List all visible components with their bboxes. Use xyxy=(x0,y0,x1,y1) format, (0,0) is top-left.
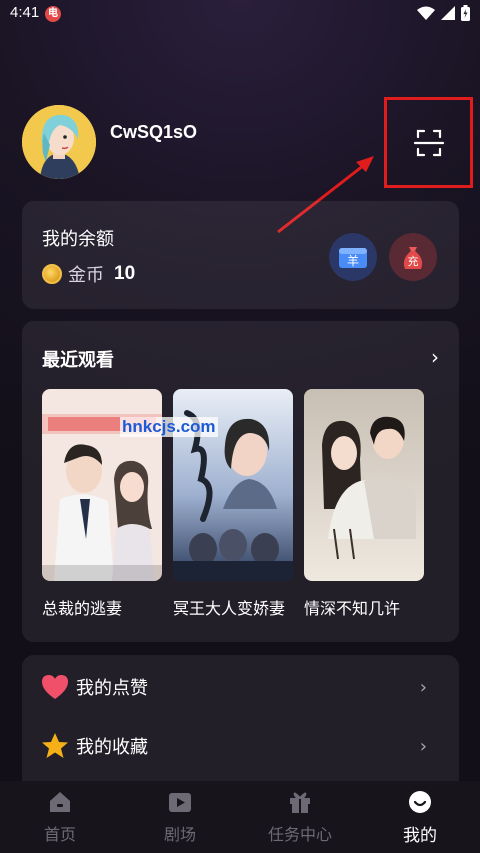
menu-list-card: 我的点赞 › 我的收藏 › xyxy=(22,655,459,795)
poster-3[interactable] xyxy=(304,389,424,581)
avatar[interactable] xyxy=(22,105,96,179)
bottom-nav: 首页 剧场 任务中心 我的 xyxy=(0,781,480,853)
signal-icon xyxy=(441,6,455,20)
heart-icon xyxy=(42,675,68,699)
recharge-icon-text: 充 xyxy=(408,254,419,268)
wallet-icon-text: 羊 xyxy=(347,253,359,268)
watermark: hnkcjs.com xyxy=(120,417,218,437)
nav-mine[interactable]: 我的 xyxy=(360,781,480,853)
annotation-highlight-box xyxy=(384,97,473,188)
menu-item-likes[interactable]: 我的点赞 › xyxy=(22,659,459,715)
star-icon xyxy=(42,733,68,758)
nav-label: 首页 xyxy=(43,825,76,844)
home-icon xyxy=(50,792,70,812)
coin-label: 金币 xyxy=(68,265,104,286)
balance-title: 我的余额 xyxy=(42,229,114,250)
wallet-button[interactable]: 羊 xyxy=(329,233,377,281)
nav-label: 任务中心 xyxy=(267,825,332,844)
menu-item-label: 我的收藏 xyxy=(76,737,148,758)
notification-app-icon: 电 xyxy=(45,6,61,22)
recharge-button[interactable]: 充 xyxy=(389,233,437,281)
nav-home[interactable]: 首页 xyxy=(0,781,120,853)
nav-tasks[interactable]: 任务中心 xyxy=(240,781,360,853)
money-bag-icon: 充 xyxy=(403,247,423,269)
chevron-right-icon: › xyxy=(419,735,427,757)
menu-item-label: 我的点赞 xyxy=(76,678,148,699)
chevron-right-icon: › xyxy=(419,676,427,698)
profile-icon xyxy=(409,790,431,813)
username: CwSQ1sO xyxy=(110,122,198,142)
menu-item-favorites[interactable]: 我的收藏 › xyxy=(22,718,459,774)
nav-label: 剧场 xyxy=(163,825,196,844)
nav-theater[interactable]: 剧场 xyxy=(120,781,240,853)
status-bar: 4:41 电 xyxy=(0,0,480,28)
status-icons xyxy=(417,5,470,21)
coin-icon xyxy=(42,264,62,284)
coin-balance: 金币 10 xyxy=(42,261,135,287)
battery-icon xyxy=(461,5,470,21)
balance-card: 我的余额 金币 10 羊 充 xyxy=(22,201,459,309)
wallet-icon: 羊 xyxy=(339,248,367,268)
chevron-right-icon[interactable]: › xyxy=(431,345,439,369)
poster-title[interactable]: 总裁的逃妻 xyxy=(42,595,122,619)
coin-value: 10 xyxy=(114,263,136,284)
wifi-icon xyxy=(417,6,435,20)
play-icon xyxy=(169,793,191,812)
recent-watch-card: 最近观看 › 总裁的逃妻 冥王大人变娇妻 情深不知几许 xyxy=(22,321,459,642)
status-time: 4:41 xyxy=(10,4,40,21)
recent-title: 最近观看 xyxy=(42,350,114,371)
poster-title[interactable]: 情深不知几许 xyxy=(304,595,400,619)
poster-title[interactable]: 冥王大人变娇妻 xyxy=(173,595,285,619)
gift-icon xyxy=(290,792,310,813)
nav-label: 我的 xyxy=(403,825,437,846)
